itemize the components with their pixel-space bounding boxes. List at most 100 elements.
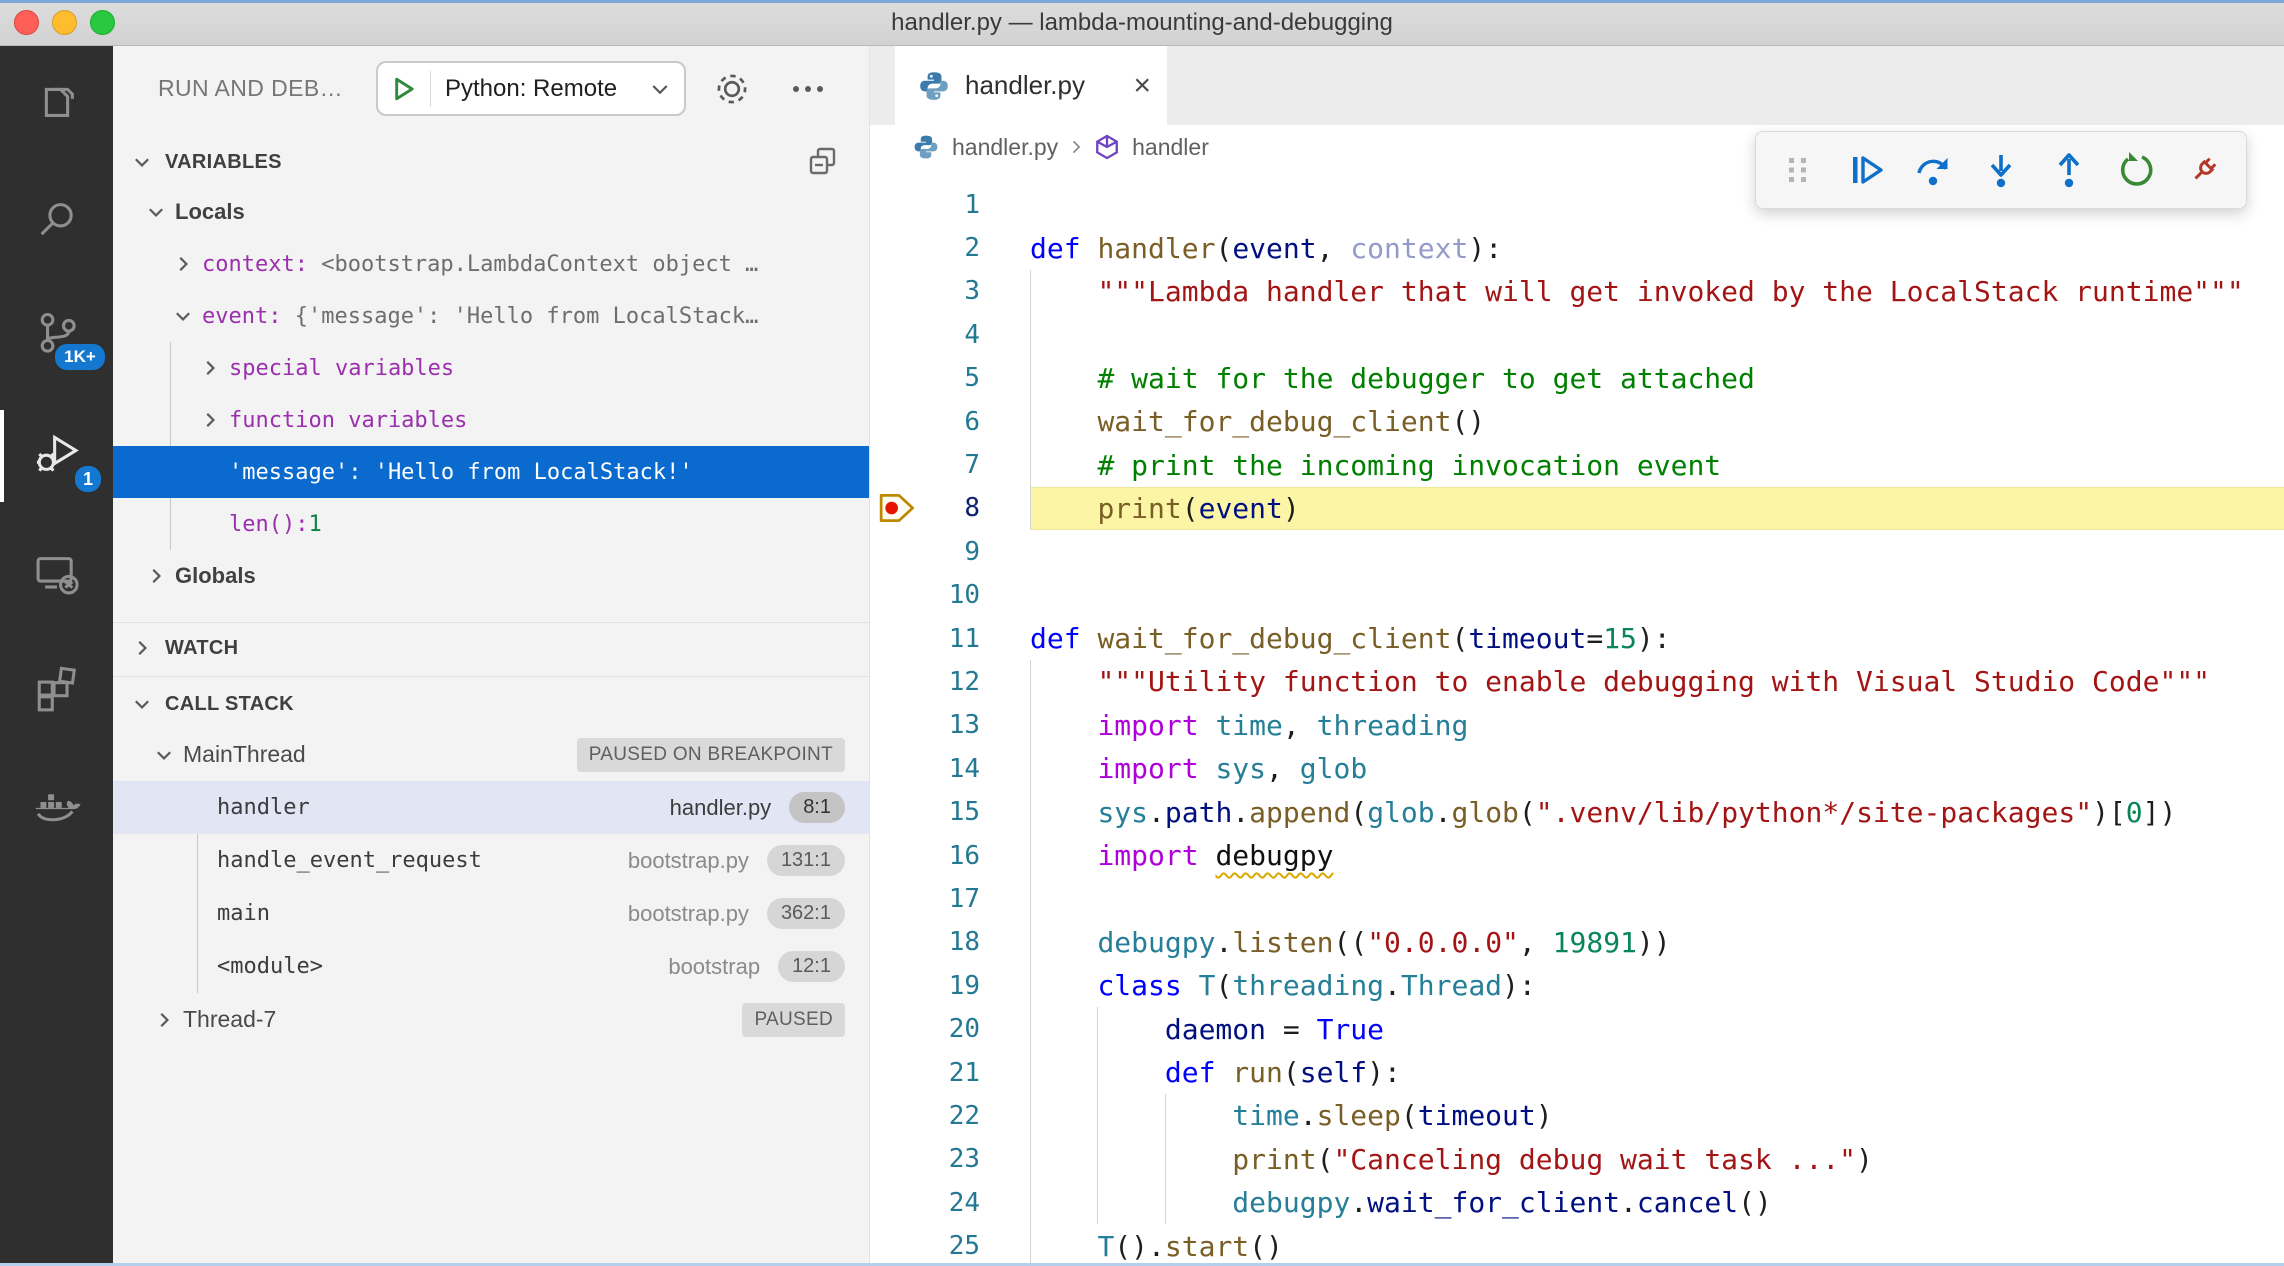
breadcrumb-symbol[interactable]: handler (1132, 134, 1209, 161)
debug-settings-gear-button[interactable] (709, 66, 755, 112)
docker-icon (31, 776, 83, 828)
editor-gutter[interactable]: 24 (870, 1181, 1030, 1224)
editor-gutter[interactable]: 12 (870, 660, 1030, 703)
code-line-16[interactable]: 16 import debugpy (870, 834, 2284, 877)
editor-gutter[interactable]: 13 (870, 704, 1030, 747)
code-line-2[interactable]: 2def handler(event, context): (870, 226, 2284, 269)
editor-gutter[interactable]: 23 (870, 1138, 1030, 1181)
editor-gutter[interactable]: 1 (870, 183, 1030, 226)
editor-gutter[interactable]: 14 (870, 747, 1030, 790)
variable-row[interactable]: context: <bootstrap.LambdaContext object… (113, 238, 869, 290)
debug-config-select[interactable]: Python: Remote (376, 61, 686, 116)
python-icon (912, 133, 940, 161)
restart-button[interactable] (2108, 142, 2164, 198)
call-stack-row[interactable]: MainThreadPAUSED ON BREAKPOINT (113, 728, 869, 781)
line-number: 8 (964, 493, 980, 523)
editor-gutter[interactable]: 3 (870, 270, 1030, 313)
code-line-21[interactable]: 21 def run(self): (870, 1051, 2284, 1094)
editor-gutter[interactable]: 17 (870, 877, 1030, 920)
editor-gutter[interactable]: 21 (870, 1051, 1030, 1094)
variable-row[interactable]: event: {'message': 'Hello from LocalStac… (113, 290, 869, 342)
call-stack-row[interactable]: handlerhandler.py8:1 (113, 781, 869, 834)
editor-gutter[interactable]: 18 (870, 921, 1030, 964)
code-line-23[interactable]: 23 print("Canceling debug wait task ..."… (870, 1138, 2284, 1181)
line-number: 25 (949, 1231, 980, 1261)
editor-gutter[interactable]: 19 (870, 964, 1030, 1007)
call-stack-section-header[interactable]: CALL STACK (113, 680, 869, 728)
code-line-19[interactable]: 19 class T(threading.Thread): (870, 964, 2284, 1007)
step-over-button[interactable] (1905, 142, 1961, 198)
variable-row[interactable]: Locals (113, 186, 869, 238)
code-line-22[interactable]: 22 time.sleep(timeout) (870, 1094, 2284, 1137)
variable-row[interactable]: len(): 1 (113, 498, 869, 550)
editor-gutter[interactable]: 11 (870, 617, 1030, 660)
editor-gutter[interactable]: 25 (870, 1224, 1030, 1266)
step-into-button[interactable] (1973, 142, 2029, 198)
variable-row[interactable]: 'message': 'Hello from LocalStack!' (113, 446, 869, 498)
sidebar-item-remote-explorer[interactable] (0, 524, 113, 624)
call-stack-row[interactable]: handle_event_requestbootstrap.py131:1 (113, 834, 869, 887)
code-line-18[interactable]: 18 debugpy.listen(("0.0.0.0", 19891)) (870, 921, 2284, 964)
editor-gutter[interactable]: 5 (870, 357, 1030, 400)
call-stack-row[interactable]: Thread-7PAUSED (113, 993, 869, 1046)
breadcrumb-file[interactable]: handler.py (952, 134, 1058, 161)
start-debug-icon[interactable] (378, 76, 430, 102)
call-stack-title: CALL STACK (165, 693, 294, 716)
editor-gutter[interactable]: 6 (870, 400, 1030, 443)
code-line-13[interactable]: 13 import time, threading (870, 704, 2284, 747)
watch-section-header[interactable]: WATCH (113, 624, 869, 672)
code-line-25[interactable]: 25 T().start() (870, 1224, 2284, 1266)
code-line-15[interactable]: 15 sys.path.append(glob.glob(".venv/lib/… (870, 790, 2284, 833)
close-tab-icon[interactable]: × (1133, 69, 1151, 103)
code-line-3[interactable]: 3 """Lambda handler that will get invoke… (870, 270, 2284, 313)
editor-gutter[interactable]: 7 (870, 443, 1030, 486)
call-stack-row[interactable]: <module>bootstrap12:1 (113, 940, 869, 993)
step-out-button[interactable] (2041, 142, 2097, 198)
sidebar-item-extensions[interactable] (0, 638, 113, 738)
sidebar-item-search[interactable] (0, 170, 113, 270)
code-line-8[interactable]: 8 print(event) (870, 487, 2284, 530)
variable-row[interactable]: Globals (113, 550, 869, 602)
variables-section-header[interactable]: VARIABLES (113, 138, 869, 186)
breakpoint-current-icon[interactable] (878, 492, 920, 525)
tab-handler-py[interactable]: handler.py × (895, 46, 1167, 125)
sidebar-item-docker[interactable] (0, 752, 113, 852)
editor-gutter[interactable]: 9 (870, 530, 1030, 573)
call-stack-row[interactable]: mainbootstrap.py362:1 (113, 887, 869, 940)
more-actions-button[interactable] (785, 66, 831, 112)
editor-gutter[interactable]: 4 (870, 313, 1030, 356)
code-line-10[interactable]: 10 (870, 574, 2284, 617)
editor-gutter[interactable]: 15 (870, 790, 1030, 833)
editor-gutter[interactable]: 8 (870, 487, 1030, 530)
code-line-6[interactable]: 6 wait_for_debug_client() (870, 400, 2284, 443)
code-line-24[interactable]: 24 debugpy.wait_for_client.cancel() (870, 1181, 2284, 1224)
code-line-9[interactable]: 9 (870, 530, 2284, 573)
variable-row[interactable]: special variables (113, 342, 869, 394)
editor-gutter[interactable]: 20 (870, 1007, 1030, 1050)
editor-gutter[interactable]: 22 (870, 1094, 1030, 1137)
code-line-14[interactable]: 14 import sys, glob (870, 747, 2284, 790)
step-over-icon (1913, 150, 1953, 190)
code-line-12[interactable]: 12 """Utility function to enable debuggi… (870, 660, 2284, 703)
step-out-icon (2049, 150, 2089, 190)
sidebar-item-explorer[interactable] (0, 56, 113, 156)
code-line-20[interactable]: 20 daemon = True (870, 1007, 2284, 1050)
code-line-5[interactable]: 5 # wait for the debugger to get attache… (870, 357, 2284, 400)
collapse-all-button[interactable] (805, 144, 841, 180)
editor-gutter[interactable]: 16 (870, 834, 1030, 877)
continue-button[interactable] (1838, 142, 1894, 198)
code-line-11[interactable]: 11def wait_for_debug_client(timeout=15): (870, 617, 2284, 660)
activity-bar: 1K+ 1 (0, 46, 113, 1266)
disconnect-button[interactable] (2176, 142, 2232, 198)
code-line-4[interactable]: 4 (870, 313, 2284, 356)
variable-row[interactable]: function variables (113, 394, 869, 446)
editor-gutter[interactable]: 10 (870, 574, 1030, 617)
code-line-7[interactable]: 7 # print the incoming invocation event (870, 443, 2284, 486)
code-line-17[interactable]: 17 (870, 877, 2284, 920)
sidebar-item-run-and-debug[interactable]: 1 (0, 404, 113, 504)
code-editor[interactable]: 12def handler(event, context):3 """Lambd… (870, 169, 2284, 1266)
sidebar-item-source-control[interactable]: 1K+ (0, 284, 113, 384)
toolbar-drag-handle[interactable] (1770, 142, 1826, 198)
editor-gutter[interactable]: 2 (870, 226, 1030, 269)
tab-bar: handler.py × (870, 46, 2284, 125)
